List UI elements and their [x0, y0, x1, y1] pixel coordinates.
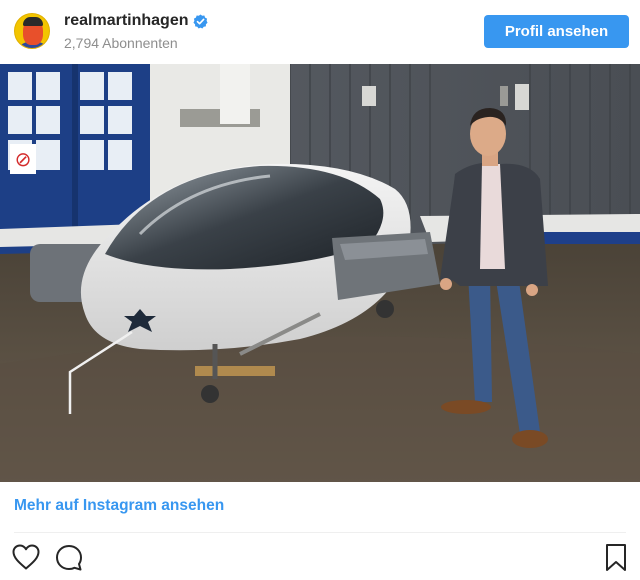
post-photo[interactable]: ⊘	[0, 64, 640, 482]
post-image: ⊘	[0, 64, 640, 482]
more-on-instagram-link[interactable]: Mehr auf Instagram ansehen	[14, 497, 224, 515]
view-profile-button[interactable]: Profil ansehen	[484, 15, 629, 48]
heart-icon[interactable]	[11, 543, 41, 571]
username[interactable]: realmartinhagen	[64, 12, 188, 30]
verified-badge-icon	[193, 13, 209, 29]
warning-sign-symbol: ⊘	[15, 147, 32, 171]
divider	[14, 532, 626, 533]
avatar-hair	[23, 17, 43, 26]
follower-count: 2,794 Abonnenten	[64, 35, 178, 51]
post-header: realmartinhagen 2,794 Abonnenten Profil …	[0, 0, 640, 64]
avatar[interactable]	[14, 13, 50, 49]
bookmark-icon[interactable]	[605, 543, 627, 573]
username-row: realmartinhagen	[64, 12, 209, 30]
comment-icon[interactable]	[54, 543, 84, 573]
